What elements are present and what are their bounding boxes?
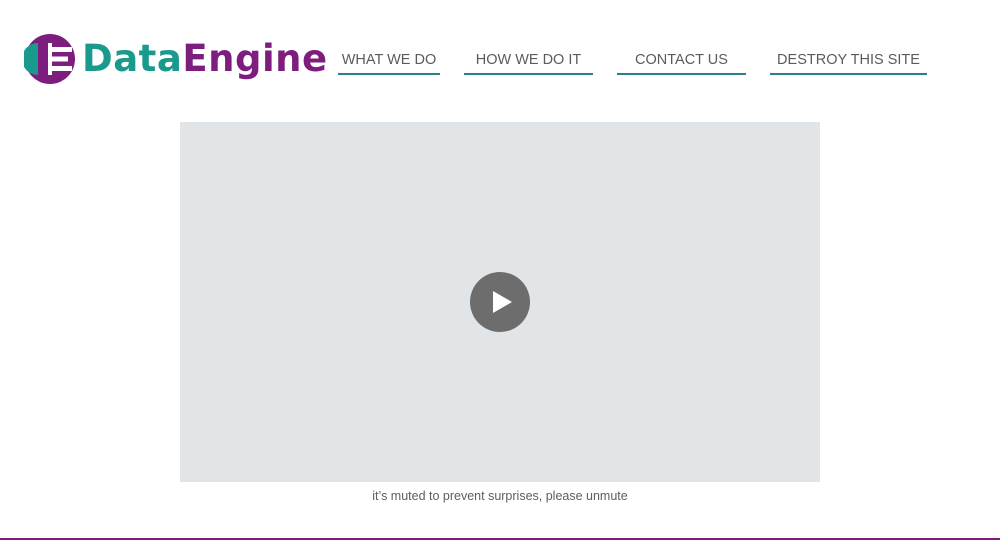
nav-item-destroy-this-site[interactable]: DESTROY THIS SITE bbox=[770, 46, 927, 75]
logo-text-data: Data bbox=[82, 37, 183, 80]
site-header: DataEngine WHAT WE DO HOW WE DO IT CONTA… bbox=[0, 0, 1000, 110]
page: DataEngine WHAT WE DO HOW WE DO IT CONTA… bbox=[0, 0, 1000, 540]
video-player[interactable] bbox=[180, 122, 820, 482]
logo-wordmark: DataEngine bbox=[82, 33, 328, 85]
nav-item-what-we-do[interactable]: WHAT WE DO bbox=[338, 46, 440, 75]
nav-item-contact-us[interactable]: CONTACT US bbox=[617, 46, 746, 75]
logo[interactable]: DataEngine bbox=[24, 33, 328, 85]
play-icon bbox=[493, 291, 512, 313]
dataengine-logo-icon bbox=[24, 34, 75, 84]
logo-text-engine: Engine bbox=[182, 37, 328, 80]
video-caption: it’s muted to prevent surprises, please … bbox=[372, 489, 628, 503]
nav-item-how-we-do-it[interactable]: HOW WE DO IT bbox=[464, 46, 593, 75]
play-button[interactable] bbox=[470, 272, 530, 332]
